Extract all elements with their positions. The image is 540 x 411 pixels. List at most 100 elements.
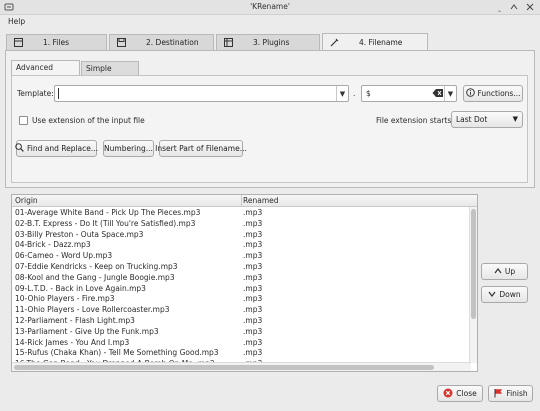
tab-files-label: 1. Files (43, 38, 69, 47)
origin-cell: 14-Rick James - You And I.mp3 (15, 337, 130, 347)
table-row[interactable]: 09-L.T.D. - Back in Love Again.mp3 .mp3 (12, 284, 471, 295)
close-label: Close (456, 389, 477, 398)
table-row[interactable]: 07-Eddie Kendricks - Keep on Trucking.mp… (12, 262, 471, 273)
renamed-cell: .mp3 (243, 326, 263, 336)
table-row[interactable]: 13-Parliament - Give Up the Funk.mp3 .mp3 (12, 327, 471, 338)
origin-cell: 12-Parliament - Flash Light.mp3 (15, 315, 135, 325)
extension-value: $ (366, 89, 371, 98)
origin-cell: 01-Average White Band - Pick Up The Piec… (15, 208, 201, 217)
tab-plugins[interactable]: 3. Plugins (216, 34, 320, 50)
renamed-cell: .mp3 (243, 272, 263, 282)
column-separator (241, 195, 242, 207)
table-row[interactable]: 04-Brick - Dazz.mp3 .mp3 (12, 240, 471, 251)
renamed-cell: .mp3 (243, 315, 263, 325)
finish-label: Finish (506, 389, 528, 398)
insert-part-label: Insert Part of Filename... (155, 144, 247, 153)
renamed-cell: .mp3 (243, 337, 263, 347)
renamed-cell: .mp3 (243, 229, 263, 239)
tab-filename[interactable]: 4. Filename (322, 33, 428, 50)
column-origin[interactable]: Origin (15, 196, 38, 205)
origin-cell: 11-Ohio Players - Love Rollercoaster.mp3 (15, 305, 170, 315)
numbering-label: Numbering... (104, 144, 153, 153)
origin-cell: 15-Rufus (Chaka Khan) - Tell Me Somethin… (15, 348, 219, 358)
tab-plugins-label: 3. Plugins (253, 38, 290, 47)
title-bar: 'KRename' ‸ (0, 0, 540, 15)
edit-icon (329, 37, 339, 47)
clear-text-icon[interactable] (432, 88, 444, 100)
tab-filename-label: 4. Filename (359, 37, 403, 47)
vertical-scrollbar[interactable] (469, 207, 477, 363)
subtab-advanced-filename[interactable]: Advanced Filename (11, 60, 80, 83)
maximize-icon[interactable] (508, 2, 519, 13)
origin-cell: 06-Cameo - Word Up.mp3 (15, 251, 113, 261)
file-list[interactable]: Origin Renamed 01-Average White Band - P… (11, 194, 478, 372)
renamed-cell: .mp3 (243, 261, 263, 271)
move-up-label: Up (504, 267, 516, 276)
insert-part-button[interactable]: Insert Part of Filename... (155, 140, 247, 157)
save-icon (116, 38, 126, 48)
horizontal-scrollbar[interactable] (12, 362, 471, 371)
arrow-up-icon (494, 267, 502, 277)
menu-help[interactable]: Help (8, 17, 25, 26)
table-row[interactable]: 14-Rick James - You And I.mp3 .mp3 (12, 338, 471, 349)
text-cursor (58, 88, 59, 99)
window-title: 'KRename' (250, 2, 290, 11)
close-button[interactable]: Close (437, 385, 483, 402)
renamed-cell: .mp3 (243, 294, 263, 304)
table-row[interactable]: 06-Cameo - Word Up.mp3 .mp3 (12, 251, 471, 262)
origin-cell: 09-L.T.D. - Back in Love Again.mp3 (15, 283, 146, 293)
extension-starts-select[interactable]: Last Dot ▼ (451, 111, 523, 128)
dot-separator: . (353, 89, 356, 98)
renamed-cell: .mp3 (243, 218, 263, 228)
table-row[interactable]: 11-Ohio Players - Love Rollercoaster.mp3… (12, 305, 471, 316)
menu-bar: Help (0, 15, 540, 29)
close-window-icon[interactable] (524, 2, 535, 13)
renamed-cell: .mp3 (243, 283, 263, 293)
renamed-cell: .mp3 (243, 251, 263, 261)
table-row[interactable]: 03-Billy Preston - Outa Space.mp3 .mp3 (12, 230, 471, 241)
subtab-simple-filename[interactable]: Simple Filename (81, 61, 139, 84)
functions-button[interactable]: Functions... (463, 85, 523, 102)
info-icon (465, 88, 475, 99)
origin-cell: 13-Parliament - Give Up the Funk.mp3 (15, 326, 159, 336)
use-extension-checkbox[interactable] (19, 116, 28, 125)
table-row[interactable]: 02-B.T. Express - Do It (Till You're Sat… (12, 219, 471, 230)
chevron-down-icon[interactable]: ▼ (444, 86, 456, 101)
chevron-down-icon[interactable]: ▼ (336, 86, 348, 101)
tab-destination-label: 2. Destination (146, 38, 199, 47)
scrollbar-thumb[interactable] (471, 209, 476, 319)
extension-starts-value: Last Dot (456, 115, 488, 124)
move-down-button[interactable]: Down (481, 286, 528, 303)
template-label: Template: (17, 89, 54, 98)
extension-combo[interactable]: $ ▼ (361, 85, 457, 102)
scrollbar-thumb[interactable] (14, 365, 434, 370)
numbering-button[interactable]: Numbering... (103, 140, 154, 157)
renamed-cell: .mp3 (243, 208, 263, 217)
column-renamed[interactable]: Renamed (243, 196, 279, 205)
table-row[interactable]: 01-Average White Band - Pick Up The Piec… (12, 208, 471, 219)
renamed-cell: .mp3 (243, 348, 263, 358)
search-icon (15, 143, 24, 154)
move-down-label: Down (499, 290, 521, 299)
table-row[interactable]: 15-Rufus (Chaka Khan) - Tell Me Somethin… (12, 348, 471, 359)
renamed-cell: .mp3 (243, 305, 263, 315)
tab-destination[interactable]: 2. Destination (109, 34, 214, 50)
table-row[interactable]: 12-Parliament - Flash Light.mp3 .mp3 (12, 316, 471, 327)
origin-cell: 08-Kool and the Gang - Jungle Boogie.mp3 (15, 272, 175, 282)
minimize-icon[interactable]: ‸ (494, 2, 505, 13)
arrow-down-icon (488, 290, 496, 300)
finish-button[interactable]: Finish (488, 385, 533, 402)
template-combo[interactable]: ▼ (54, 85, 349, 102)
origin-cell: 02-B.T. Express - Do It (Till You're Sat… (15, 218, 196, 228)
origin-cell: 04-Brick - Dazz.mp3 (15, 240, 91, 250)
find-replace-button[interactable]: Find and Replace... (15, 140, 98, 157)
file-rows: 01-Average White Band - Pick Up The Piec… (12, 208, 471, 370)
tab-files[interactable]: 1. Files (6, 34, 107, 50)
table-row[interactable]: 08-Kool and the Gang - Jungle Boogie.mp3… (12, 273, 471, 284)
use-extension-label: Use extension of the input file (32, 116, 145, 125)
finish-flag-icon (493, 388, 503, 400)
file-list-header: Origin Renamed (12, 195, 477, 207)
move-up-button[interactable]: Up (481, 263, 528, 280)
renamed-cell: .mp3 (243, 240, 263, 250)
table-row[interactable]: 10-Ohio Players - Fire.mp3 .mp3 (12, 294, 471, 305)
